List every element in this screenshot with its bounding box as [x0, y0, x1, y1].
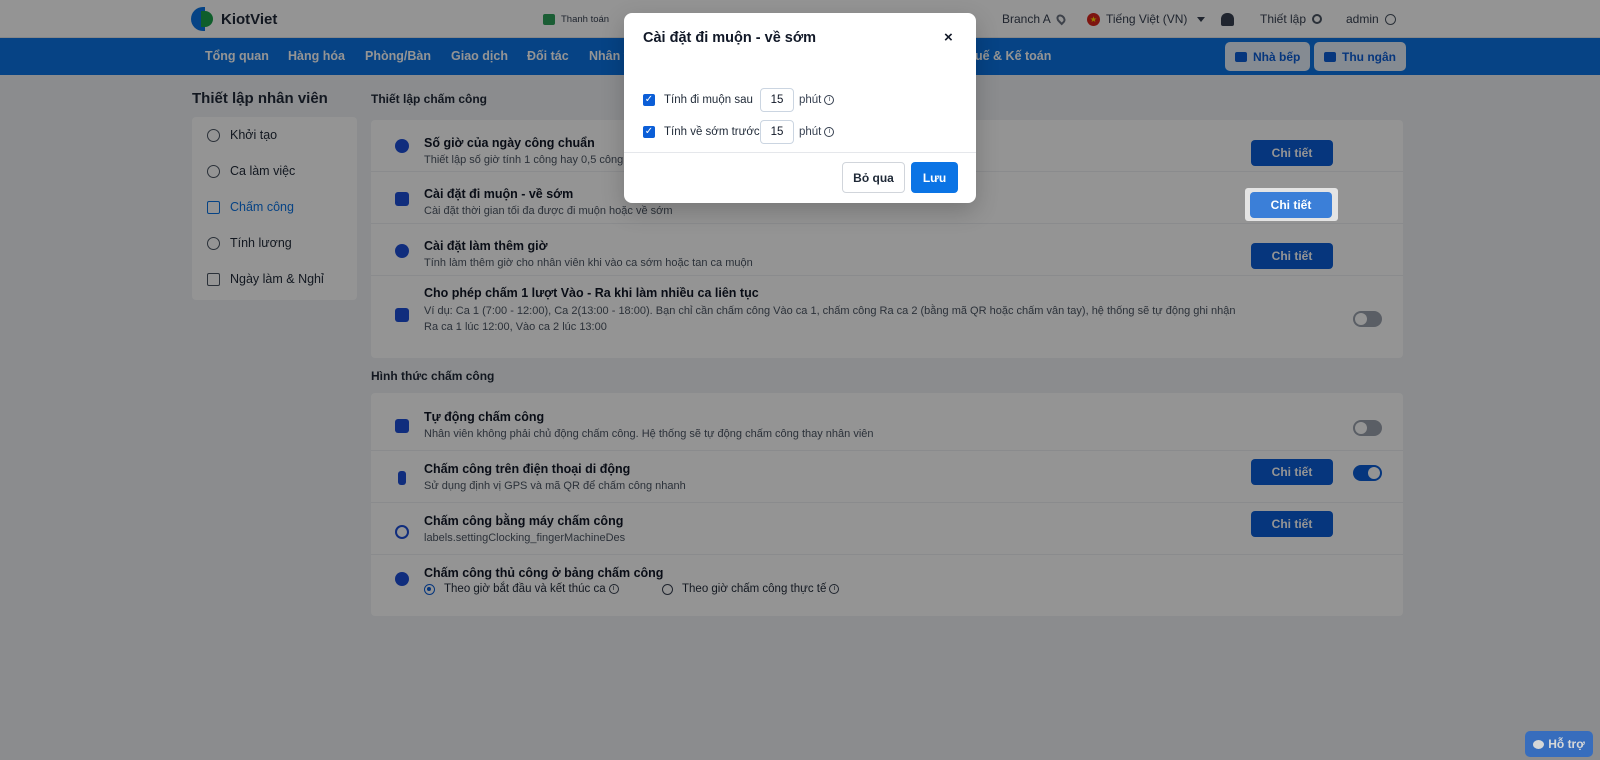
- late-early-modal: Cài đặt đi muộn - về sớm × ✓ Tính đi muộ…: [624, 13, 976, 203]
- late-label: Tính đi muộn sau: [664, 94, 753, 106]
- late-setting-row: ✓ Tính đi muộn sau: [643, 88, 753, 112]
- unit-label: phút: [799, 94, 822, 106]
- modal-title: Cài đặt đi muộn - về sớm: [643, 30, 817, 46]
- close-icon[interactable]: ×: [944, 29, 953, 46]
- late-unit: phút i: [799, 94, 835, 106]
- cancel-button[interactable]: Bỏ qua: [842, 162, 905, 193]
- early-setting-row: ✓ Tính về sớm trước: [643, 120, 760, 144]
- early-label: Tính về sớm trước: [664, 126, 760, 138]
- late-early-detail-highlight: Chi tiết: [1245, 188, 1338, 221]
- chat-icon: [1533, 739, 1545, 749]
- modal-divider: [624, 152, 976, 153]
- early-checkbox[interactable]: ✓: [643, 126, 655, 138]
- unit-label: phút: [799, 126, 822, 138]
- late-checkbox[interactable]: ✓: [643, 94, 655, 106]
- early-minutes-input[interactable]: [760, 120, 794, 144]
- help-label: Hỗ trợ: [1548, 737, 1585, 751]
- save-button[interactable]: Lưu: [911, 162, 958, 193]
- early-unit: phút i: [799, 126, 835, 138]
- late-early-detail-button[interactable]: Chi tiết: [1250, 192, 1332, 218]
- late-minutes-input[interactable]: [760, 88, 794, 112]
- info-icon[interactable]: i: [824, 126, 835, 137]
- info-icon[interactable]: i: [824, 94, 835, 105]
- help-button[interactable]: Hỗ trợ: [1525, 731, 1593, 757]
